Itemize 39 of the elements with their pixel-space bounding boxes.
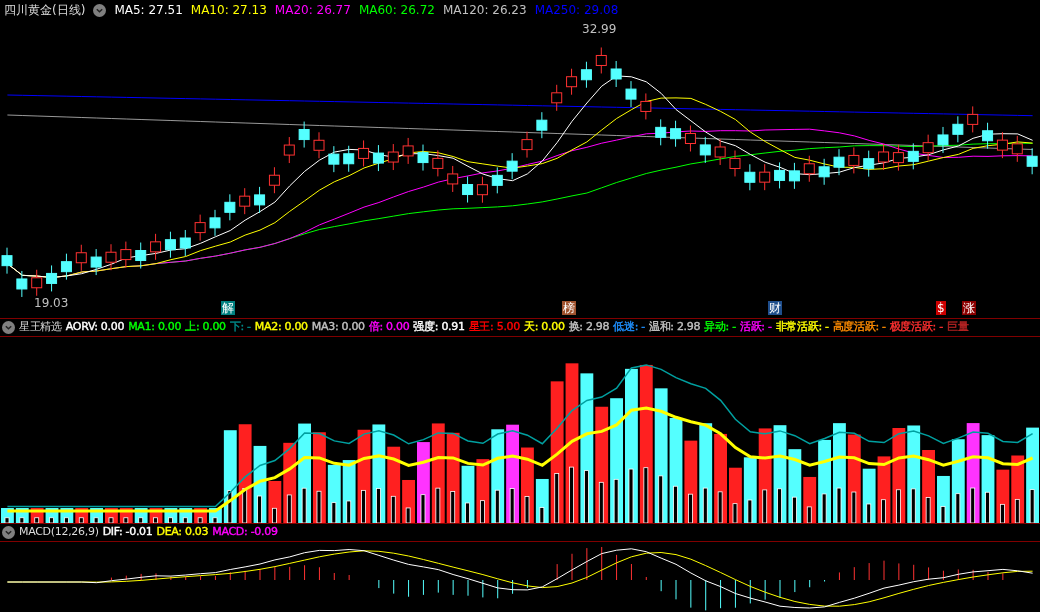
indicator-value: MACD: -0.09 bbox=[212, 524, 278, 541]
indicator-value: 温和: 2.98 bbox=[648, 319, 701, 336]
stock-title: 四川黄金(日线) bbox=[4, 2, 86, 19]
indicator-value: 天: 0.00 bbox=[524, 319, 565, 336]
indicator-value: 星王: 5.00 bbox=[468, 319, 520, 336]
indicator-value: MA60: 26.72 bbox=[358, 2, 435, 19]
indicator-value: 换: 2.98 bbox=[568, 319, 610, 336]
chevron-down-icon[interactable] bbox=[93, 3, 107, 17]
indicator-value: AORV: 0.00 bbox=[65, 319, 125, 336]
event-marker[interactable]: 解 bbox=[221, 301, 235, 315]
indicator-value: 上: 0.00 bbox=[185, 319, 226, 336]
low-price-label: 19.03 bbox=[34, 295, 69, 312]
indicator-value: 巨量 bbox=[946, 319, 969, 336]
indicator-value: MA1: 0.00 bbox=[128, 319, 182, 336]
indicator-value: MA2: 0.00 bbox=[254, 319, 308, 336]
indicator-value: 极度活跃: - bbox=[889, 319, 943, 336]
indicator-value: 倍: 0.00 bbox=[368, 319, 410, 336]
event-marker[interactable]: 涨 bbox=[962, 301, 976, 315]
chevron-down-icon[interactable] bbox=[2, 321, 15, 334]
indicator-value: DIF: -0.01 bbox=[102, 524, 153, 541]
indicator-value: 强度: 0.91 bbox=[413, 319, 465, 336]
event-marker[interactable]: 榜 bbox=[562, 301, 576, 315]
high-price-label: 32.99 bbox=[582, 21, 617, 38]
indicator-value: 活跃: - bbox=[739, 319, 772, 336]
event-marker[interactable]: 财 bbox=[768, 301, 782, 315]
indicator-value: 异动: - bbox=[704, 319, 736, 336]
event-marker[interactable]: $ bbox=[936, 301, 946, 315]
chevron-down-icon[interactable] bbox=[2, 526, 15, 539]
indicator-value: MA10: 27.13 bbox=[190, 2, 267, 19]
indicator-value: 高度活跃: - bbox=[832, 319, 886, 336]
indicator-value: 低迷: - bbox=[613, 319, 645, 336]
indicator-value: MA3: 0.00 bbox=[311, 319, 365, 336]
indicator-value: MA5: 27.51 bbox=[114, 2, 183, 19]
indicator-value: 下: - bbox=[229, 319, 251, 336]
indicator-value: MA20: 26.77 bbox=[274, 2, 351, 19]
indicator-value: MA250: 29.08 bbox=[534, 2, 619, 19]
indicator-value: MA120: 26.23 bbox=[442, 2, 527, 19]
indicator-value: 非常活跃: - bbox=[775, 319, 829, 336]
indicator-value: DEA: 0.03 bbox=[156, 524, 209, 541]
